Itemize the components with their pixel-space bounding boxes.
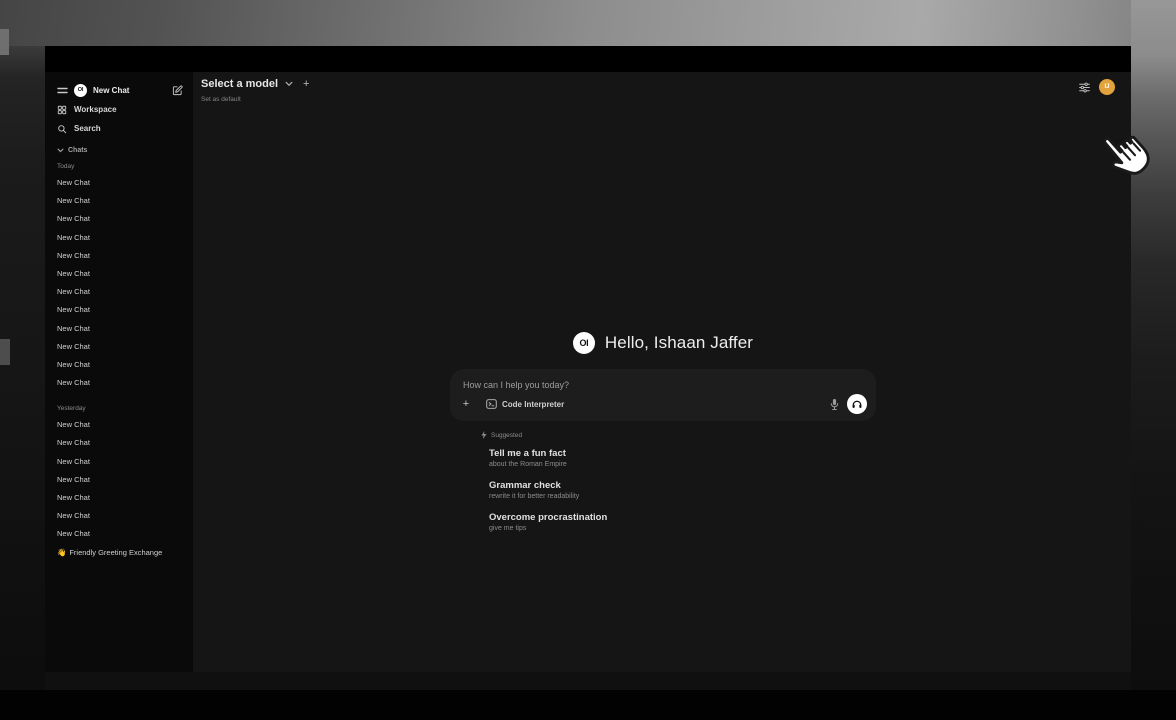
chats-label: Chats (68, 147, 87, 154)
microphone-icon[interactable] (829, 398, 840, 411)
attach-plus-button[interactable]: + (459, 398, 473, 410)
suggested-prompt-title: Grammar check (489, 479, 876, 492)
chat-group-label: Today (57, 159, 183, 174)
desktop-wallpaper-right (1131, 0, 1176, 690)
chat-list-item[interactable]: New Chat (57, 416, 183, 434)
chat-list-item[interactable]: New Chat (57, 507, 183, 525)
chat-title: Friendly Greeting Exchange (69, 548, 162, 557)
headphones-icon (851, 398, 863, 410)
desktop-wallpaper-top (0, 0, 1176, 46)
chat-list-item[interactable]: New Chat (57, 265, 183, 283)
chat-group-yesterday: Yesterday New Chat New Chat New Chat New… (57, 401, 183, 543)
sidebar-header: OI New Chat (57, 80, 183, 100)
add-model-button[interactable]: + (303, 78, 309, 90)
desktop-wallpaper-footer (0, 690, 1176, 720)
chat-list-item[interactable]: New Chat (57, 210, 183, 228)
code-interpreter-toggle[interactable]: Code Interpreter (486, 399, 564, 409)
screen: OI New Chat Workspace (0, 0, 1176, 720)
workspace-grid-icon (57, 105, 67, 115)
chevron-down-icon (285, 81, 293, 87)
chat-list-item[interactable]: New Chat (57, 320, 183, 338)
suggested-section: Suggested Tell me a fun fact about the R… (450, 429, 876, 534)
suggested-prompt-subtitle: give me tips (489, 524, 876, 534)
chat-group-today: Today New Chat New Chat New Chat New Cha… (57, 159, 183, 392)
desktop-wallpaper-bottom (45, 672, 1131, 690)
code-interpreter-label: Code Interpreter (502, 400, 564, 409)
desktop-wallpaper-left (0, 46, 45, 690)
chat-list-item[interactable]: New Chat (57, 338, 183, 356)
chat-list-item-named[interactable]: 👋Friendly Greeting Exchange (57, 544, 183, 562)
chat-list-item[interactable]: New Chat (57, 489, 183, 507)
chat-list-item[interactable]: New Chat (57, 434, 183, 452)
wallpaper-facet (0, 29, 9, 55)
app-logo: OI (74, 84, 87, 97)
sidebar-item-workspace[interactable]: Workspace (57, 100, 183, 119)
chat-list-item[interactable]: New Chat (57, 453, 183, 471)
main-content: OI Hello, Ishaan Jaffer + Code Interpret… (450, 328, 876, 543)
sidebar-item-label: Workspace (74, 105, 117, 114)
chat-list-item[interactable]: New Chat (57, 229, 183, 247)
chat-list-item[interactable]: New Chat (57, 301, 183, 319)
chat-input-box[interactable]: + Code Interpreter (450, 369, 876, 421)
chevron-down-icon (57, 148, 64, 153)
search-icon (57, 124, 67, 134)
set-default-link[interactable]: Set as default (201, 96, 241, 103)
greeting-text: Hello, Ishaan Jaffer (605, 333, 753, 353)
chat-input[interactable] (461, 376, 795, 394)
sidebar-toggle-icon[interactable] (57, 86, 68, 95)
voice-call-button[interactable] (847, 394, 867, 414)
chat-list-item[interactable]: New Chat (57, 192, 183, 210)
chat-list-item[interactable]: New Chat (57, 471, 183, 489)
suggested-prompt[interactable]: Overcome procrastination give me tips (489, 511, 876, 534)
chat-list-item[interactable]: New Chat (57, 283, 183, 301)
suggested-prompt[interactable]: Tell me a fun fact about the Roman Empir… (489, 447, 876, 470)
window-top-strip (45, 46, 1131, 72)
model-selector[interactable]: Select a model + (201, 78, 309, 90)
chat-group-label: Yesterday (57, 401, 183, 416)
chat-list-item[interactable]: New Chat (57, 356, 183, 374)
chats-section-header[interactable]: Chats (57, 142, 183, 159)
sidebar: OI New Chat Workspace (45, 72, 193, 672)
chat-list-item[interactable]: New Chat (57, 374, 183, 392)
suggested-label: Suggested (491, 432, 522, 439)
controls-sliders-icon[interactable] (1078, 81, 1091, 94)
chat-list-item[interactable]: New Chat (57, 174, 183, 192)
user-avatar[interactable]: IJ (1099, 79, 1115, 95)
suggested-prompt-title: Overcome procrastination (489, 511, 876, 524)
app-window: OI New Chat Workspace (45, 46, 1131, 672)
chat-list-item[interactable]: New Chat (57, 525, 183, 543)
greeting-row: OI Hello, Ishaan Jaffer (450, 328, 876, 358)
sidebar-title: New Chat (93, 86, 129, 95)
wallpaper-facet (0, 339, 10, 365)
chat-list-item[interactable]: New Chat (57, 247, 183, 265)
wave-emoji-icon: 👋 (57, 548, 66, 557)
suggested-prompt-subtitle: rewrite it for better readability (489, 492, 876, 502)
app-logo: OI (573, 332, 595, 354)
suggested-prompt-title: Tell me a fun fact (489, 447, 876, 460)
model-selector-label: Select a model (201, 78, 278, 90)
bolt-icon (481, 431, 487, 439)
new-chat-icon[interactable] (172, 85, 183, 96)
suggested-prompt-subtitle: about the Roman Empire (489, 460, 876, 470)
terminal-icon (486, 399, 497, 409)
main-header: Select a model + Set as default IJ (193, 72, 1131, 120)
suggested-prompt[interactable]: Grammar check rewrite it for better read… (489, 479, 876, 502)
sidebar-item-label: Search (74, 124, 101, 133)
sidebar-item-search[interactable]: Search (57, 119, 183, 138)
